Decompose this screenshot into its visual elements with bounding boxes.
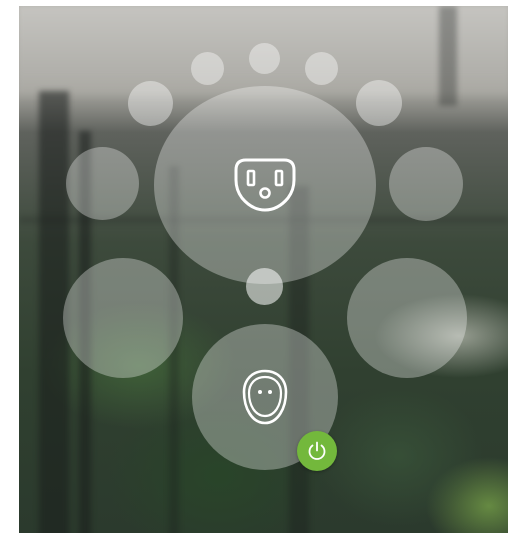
device-slot-empty[interactable] — [66, 147, 139, 220]
device-slot-empty[interactable] — [246, 268, 283, 305]
device-slot-empty[interactable] — [389, 147, 463, 221]
outlet-icon — [234, 158, 296, 212]
device-bubble-outlet[interactable] — [154, 86, 376, 284]
power-icon — [308, 441, 326, 460]
smart-plug-icon — [242, 369, 288, 425]
background-ceiling-vent — [439, 6, 457, 106]
device-slot-empty[interactable] — [191, 52, 224, 85]
power-toggle-button[interactable] — [297, 431, 337, 471]
device-slot-empty[interactable] — [305, 52, 338, 85]
device-slot-empty[interactable] — [249, 43, 280, 74]
